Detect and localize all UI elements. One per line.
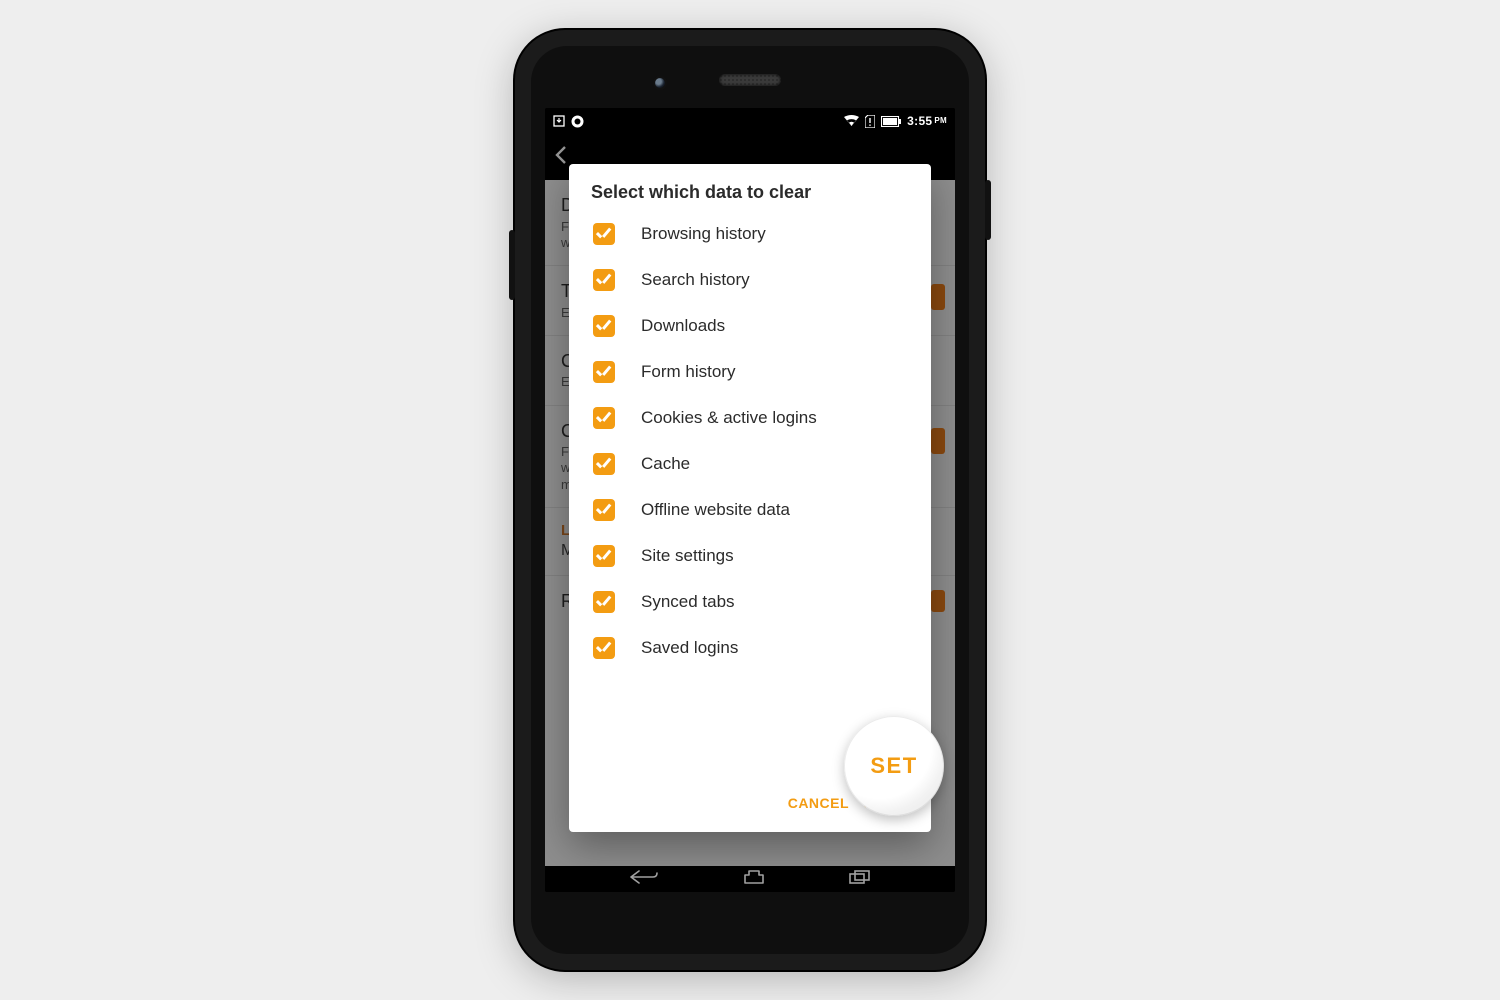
dialog-option-row[interactable]: Search history: [569, 257, 931, 303]
android-status-bar: 3:55PM: [545, 108, 955, 134]
dialog-option-label: Search history: [641, 270, 750, 290]
download-icon: [553, 115, 565, 127]
dialog-option-label: Offline website data: [641, 500, 790, 520]
phone-front-camera: [655, 78, 665, 88]
phone-power-button: [985, 180, 991, 240]
highlight-label: SET: [870, 753, 917, 779]
dialog-option-label: Downloads: [641, 316, 725, 336]
phone-speaker: [719, 74, 781, 86]
dialog-option-row[interactable]: Synced tabs: [569, 579, 931, 625]
phone-screen: 3:55PM D F w T: [545, 108, 955, 892]
firefox-icon: [571, 115, 584, 128]
checkbox-icon[interactable]: [593, 361, 615, 383]
phone-frame: 3:55PM D F w T: [515, 30, 985, 970]
checkbox-icon[interactable]: [593, 499, 615, 521]
clear-data-dialog: Select which data to clear Browsing hist…: [569, 164, 931, 832]
highlight-circle: SET: [844, 716, 944, 816]
dialog-option-label: Form history: [641, 362, 735, 382]
dialog-option-row[interactable]: Site settings: [569, 533, 931, 579]
checkbox-icon[interactable]: [593, 407, 615, 429]
dialog-option-row[interactable]: Offline website data: [569, 487, 931, 533]
checkbox-icon[interactable]: [593, 591, 615, 613]
battery-icon: [881, 116, 901, 127]
stage: 3:55PM D F w T: [0, 0, 1500, 1000]
status-clock: 3:55PM: [907, 108, 947, 134]
dialog-option-row[interactable]: Downloads: [569, 303, 931, 349]
checkbox-icon[interactable]: [593, 315, 615, 337]
dialog-option-label: Browsing history: [641, 224, 766, 244]
dialog-option-row[interactable]: Browsing history: [569, 211, 931, 257]
dialog-option-label: Synced tabs: [641, 592, 735, 612]
checkbox-icon[interactable]: [593, 637, 615, 659]
phone-volume-button: [509, 230, 515, 300]
nav-back-icon[interactable]: [629, 870, 659, 889]
dialog-option-label: Saved logins: [641, 638, 738, 658]
checkbox-icon[interactable]: [593, 269, 615, 291]
wifi-icon: [844, 115, 859, 127]
dialog-title: Select which data to clear: [569, 170, 931, 211]
dialog-option-list: Browsing history Search history Downloads F…: [569, 211, 931, 784]
android-nav-bar: [545, 866, 955, 892]
sim-alert-icon: [865, 115, 875, 128]
cancel-button[interactable]: CANCEL: [788, 795, 849, 811]
dialog-option-row[interactable]: Form history: [569, 349, 931, 395]
dialog-option-row[interactable]: Cache: [569, 441, 931, 487]
dialog-option-label: Cache: [641, 454, 690, 474]
nav-recent-icon[interactable]: [849, 870, 871, 889]
checkbox-icon[interactable]: [593, 453, 615, 475]
dialog-option-label: Site settings: [641, 546, 734, 566]
dialog-option-label: Cookies & active logins: [641, 408, 817, 428]
dialog-option-row[interactable]: Saved logins: [569, 625, 931, 671]
dialog-option-row[interactable]: Cookies & active logins: [569, 395, 931, 441]
checkbox-icon[interactable]: [593, 545, 615, 567]
checkbox-icon[interactable]: [593, 223, 615, 245]
nav-home-icon[interactable]: [743, 870, 765, 889]
